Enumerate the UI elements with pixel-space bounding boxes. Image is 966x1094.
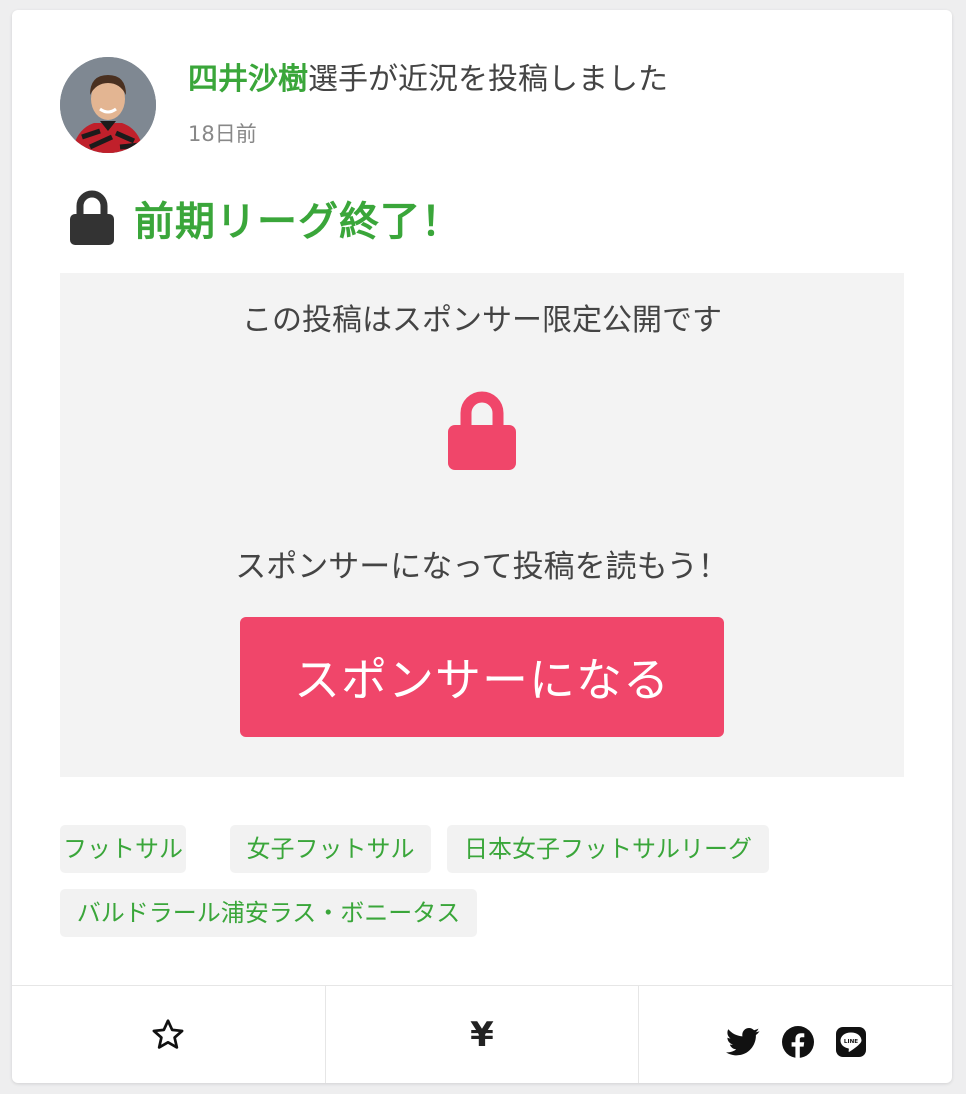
post-title-row: 前期リーグ終了！: [68, 190, 462, 246]
lock-icon: [70, 190, 114, 245]
athlete-avatar[interactable]: [60, 57, 156, 153]
svg-text:LINE: LINE: [844, 1039, 858, 1045]
tip-cell: ¥: [326, 986, 640, 1083]
post-card: 四井沙樹選手が近況を投稿しました 18日前 前期リーグ終了！ この投稿はスポンサ…: [12, 10, 952, 1083]
favorite-cell: [12, 986, 326, 1083]
tag-chip[interactable]: 女子フットサル: [230, 825, 431, 873]
post-headline: 四井沙樹選手が近況を投稿しました: [188, 60, 668, 100]
post-timestamp: 18日前: [188, 122, 257, 146]
locked-notice: この投稿はスポンサー限定公開です: [242, 303, 722, 338]
sponsor-cta-text: スポンサーになって投稿を読もう！: [235, 549, 729, 585]
sponsor-locked-panel: この投稿はスポンサー限定公開です スポンサーになって投稿を読もう！ スポンサーに…: [60, 273, 904, 777]
yen-icon[interactable]: ¥: [470, 1015, 494, 1055]
line-icon[interactable]: LINE: [835, 1027, 866, 1057]
facebook-icon[interactable]: [781, 1026, 814, 1058]
locked-padlock-icon: [448, 391, 516, 470]
athlete-name-link[interactable]: 四井沙樹: [188, 62, 308, 97]
share-cell: LINE: [639, 986, 952, 1083]
share-icons: LINE: [725, 1026, 866, 1058]
tag-chip[interactable]: フットサル: [60, 825, 186, 873]
tag-chip[interactable]: バルドラール浦安ラス・ボニータス: [60, 889, 477, 937]
post-title: 前期リーグ終了！: [134, 199, 462, 245]
post-action-bar: ¥ LINE: [12, 985, 952, 1083]
tag-chip[interactable]: 日本女子フットサルリーグ: [447, 825, 769, 873]
headline-text: 選手が近況を投稿しました: [308, 62, 668, 97]
become-sponsor-button[interactable]: スポンサーになる: [240, 617, 724, 737]
twitter-icon[interactable]: [725, 1027, 760, 1057]
star-outline-icon[interactable]: [150, 1017, 186, 1053]
